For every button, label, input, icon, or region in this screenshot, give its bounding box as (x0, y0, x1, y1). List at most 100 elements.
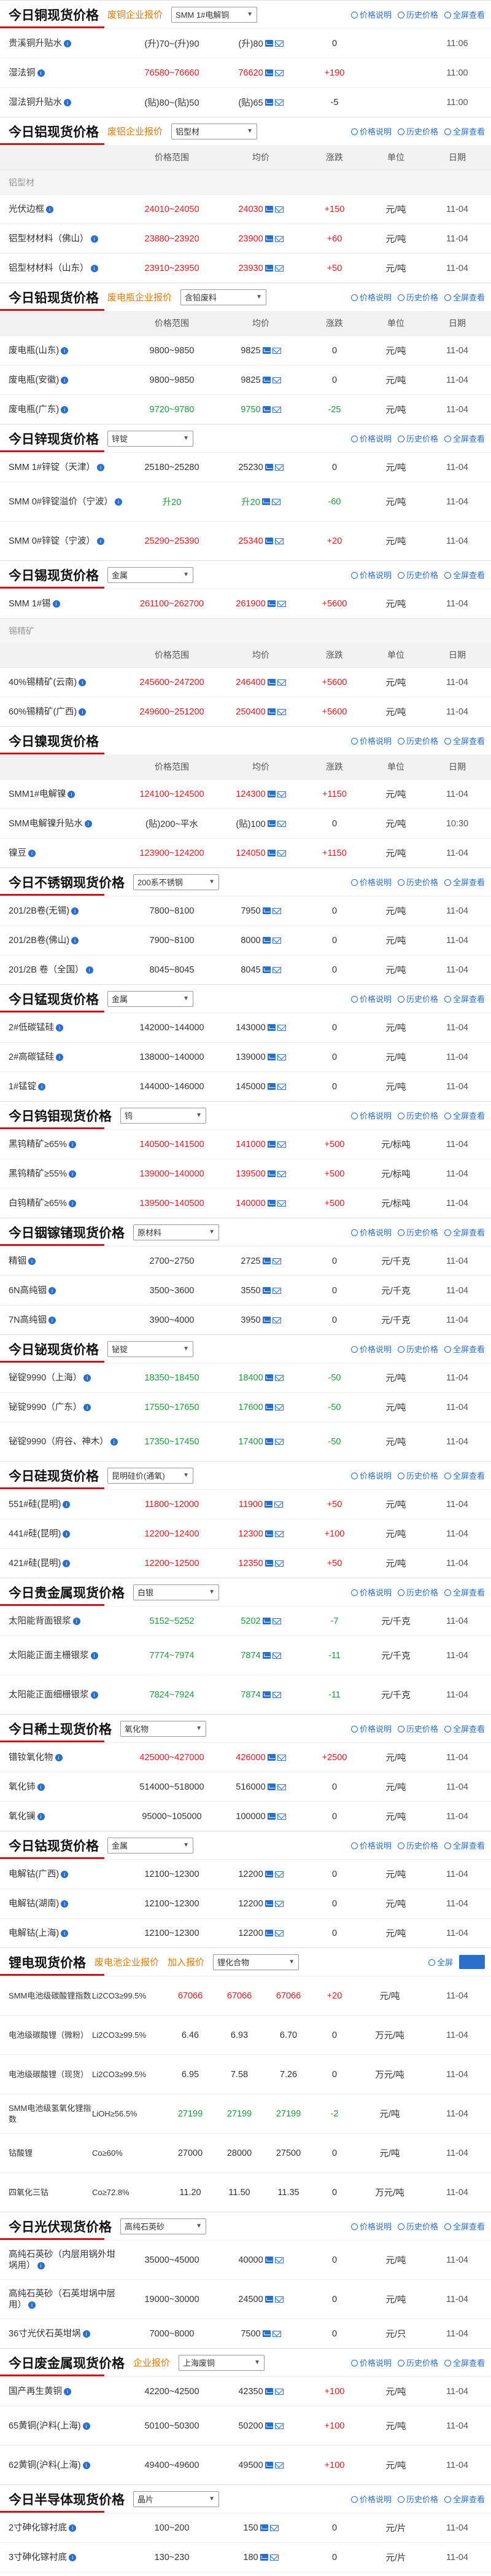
price-explain-link[interactable]: 价格说明 (350, 433, 392, 444)
mail-icon[interactable] (277, 1054, 286, 1060)
fullscreen-link[interactable]: 全屏查看 (444, 1470, 485, 1481)
mail-icon[interactable] (274, 1560, 284, 1567)
mail-icon[interactable] (277, 600, 286, 607)
fullscreen-link[interactable]: 全屏查看 (444, 2493, 485, 2505)
mail-icon[interactable] (272, 966, 281, 973)
mail-icon[interactable] (271, 498, 280, 505)
mail-icon[interactable] (269, 2524, 279, 2531)
mail-icon[interactable] (274, 69, 284, 76)
history-price-link[interactable]: 历史价格 (397, 1226, 438, 1238)
mail-icon[interactable] (272, 347, 281, 354)
info-icon[interactable]: i (68, 1170, 76, 1178)
category-select[interactable]: 原材料 ▼ (133, 1224, 219, 1240)
chart-icon[interactable] (267, 1783, 276, 1790)
chart-icon[interactable] (262, 1317, 271, 1323)
info-icon[interactable]: i (110, 1438, 118, 1446)
mail-icon[interactable] (272, 2330, 281, 2337)
chart-icon[interactable] (261, 498, 270, 505)
price-explain-link[interactable]: 价格说明 (350, 1586, 392, 1598)
enterprise-quote-link[interactable]: 废电瓶企业报价 (107, 291, 172, 303)
info-icon[interactable]: i (48, 1286, 56, 1294)
chart-icon[interactable] (265, 2257, 273, 2263)
price-explain-link[interactable]: 价格说明 (350, 1470, 392, 1481)
mail-icon[interactable] (277, 1083, 286, 1090)
chart-icon[interactable] (267, 1170, 276, 1177)
info-icon[interactable]: i (37, 1783, 45, 1791)
mail-icon[interactable] (274, 464, 284, 471)
chart-icon[interactable] (260, 2524, 268, 2531)
chart-icon[interactable] (265, 1501, 273, 1508)
chart-icon[interactable] (265, 1438, 273, 1445)
fullscreen-link[interactable]: 全屏查看 (444, 1723, 485, 1734)
mail-icon[interactable] (272, 907, 281, 914)
mail-icon[interactable] (274, 1404, 284, 1411)
price-explain-link[interactable]: 价格说明 (350, 993, 392, 1004)
chart-icon[interactable] (260, 2554, 268, 2561)
price-explain-link[interactable]: 价格说明 (350, 125, 392, 137)
fullscreen-link[interactable]: 全屏查看 (444, 9, 485, 20)
mail-icon[interactable] (274, 1438, 284, 1445)
category-select[interactable]: 昆明硅价(通氧) ▼ (107, 1467, 193, 1484)
mail-icon[interactable] (274, 2462, 284, 2468)
history-price-link[interactable]: 历史价格 (397, 569, 438, 581)
mail-icon[interactable] (277, 791, 286, 797)
chart-icon[interactable] (267, 1054, 276, 1060)
info-icon[interactable]: i (28, 2301, 36, 2309)
info-icon[interactable]: i (37, 69, 45, 77)
enterprise-quote-link[interactable]: 废铝企业报价 (107, 125, 163, 138)
info-icon[interactable]: i (85, 966, 93, 974)
mail-icon[interactable] (274, 538, 284, 544)
mail-icon[interactable] (272, 1691, 281, 1698)
info-icon[interactable]: i (72, 1617, 80, 1625)
info-icon[interactable]: i (28, 1257, 36, 1265)
category-select[interactable]: 晶片 ▼ (133, 2491, 219, 2507)
fullscreen-link[interactable]: 全屏查看 (444, 735, 485, 746)
category-select[interactable]: 锌锭 ▼ (107, 430, 193, 447)
chart-icon[interactable] (265, 40, 273, 47)
info-icon[interactable]: i (83, 1374, 91, 1382)
info-icon[interactable]: i (71, 936, 79, 944)
mail-icon[interactable] (274, 2422, 284, 2429)
history-price-link[interactable]: 历史价格 (397, 2493, 438, 2505)
chart-icon[interactable] (267, 1813, 276, 1820)
info-icon[interactable]: i (38, 1082, 46, 1090)
chart-icon[interactable] (262, 907, 271, 914)
fullscreen-link[interactable]: 全屏 (428, 1956, 453, 1968)
fullscreen-link[interactable]: 全屏查看 (444, 569, 485, 581)
mail-icon[interactable] (277, 1024, 286, 1031)
info-icon[interactable]: i (90, 1691, 98, 1699)
info-icon[interactable]: i (63, 1559, 71, 1567)
history-price-link[interactable]: 历史价格 (397, 2220, 438, 2232)
mail-icon[interactable] (272, 377, 281, 383)
chart-icon[interactable] (262, 1691, 271, 1698)
chart-icon[interactable] (262, 347, 271, 354)
chart-icon[interactable] (265, 2462, 273, 2468)
print-button[interactable]: 打印 (458, 1955, 485, 1969)
fullscreen-link[interactable]: 全屏查看 (444, 1110, 485, 1121)
info-icon[interactable]: i (97, 537, 104, 545)
info-icon[interactable]: i (61, 376, 69, 384)
mail-icon[interactable] (272, 1258, 281, 1264)
mail-icon[interactable] (277, 1783, 286, 1790)
info-icon[interactable]: i (69, 2553, 77, 2561)
chart-icon[interactable] (265, 1900, 273, 1907)
info-icon[interactable]: i (63, 1530, 71, 1538)
category-select[interactable]: 金属 ▼ (107, 990, 193, 1007)
info-icon[interactable]: i (28, 849, 36, 857)
history-price-link[interactable]: 历史价格 (397, 1110, 438, 1121)
price-explain-link[interactable]: 价格说明 (350, 2220, 392, 2232)
price-explain-link[interactable]: 价格说明 (350, 291, 392, 303)
info-icon[interactable]: i (83, 1403, 91, 1411)
price-explain-link[interactable]: 价格说明 (350, 1343, 392, 1355)
fullscreen-link[interactable]: 全屏查看 (444, 876, 485, 888)
chart-icon[interactable] (265, 206, 273, 213)
chart-icon[interactable] (262, 1652, 271, 1659)
fullscreen-link[interactable]: 全屏查看 (444, 2357, 485, 2368)
history-price-link[interactable]: 历史价格 (397, 125, 438, 137)
info-icon[interactable]: i (64, 39, 71, 47)
info-icon[interactable]: i (79, 678, 87, 686)
info-icon[interactable]: i (63, 1500, 71, 1508)
add-quote-link[interactable]: 加入报价 (168, 1955, 204, 1968)
category-select[interactable]: 上海废铜 ▼ (179, 2354, 265, 2371)
fullscreen-link[interactable]: 全屏查看 (444, 1343, 485, 1355)
